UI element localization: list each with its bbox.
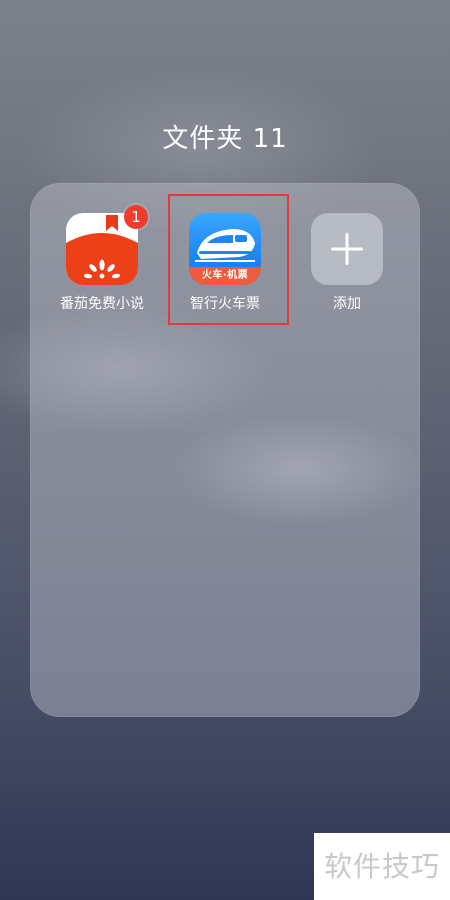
- folder-title[interactable]: 文件夹 11: [0, 118, 450, 155]
- watermark: 软件技巧: [314, 833, 450, 900]
- app-tomato-novel[interactable]: 1 番茄免费小说: [47, 205, 157, 313]
- notification-badge: 1: [124, 205, 148, 229]
- highlight-box: [168, 194, 289, 325]
- tomato-novel-icon-wrap[interactable]: 1: [66, 205, 148, 285]
- plus-icon[interactable]: [311, 213, 383, 285]
- app-label: 番茄免费小说: [60, 296, 144, 312]
- app-label: 添加: [333, 296, 361, 312]
- add-app-button[interactable]: 添加: [292, 213, 402, 313]
- plus-icon-wrap[interactable]: [311, 213, 383, 285]
- plus-graphic: [331, 233, 363, 265]
